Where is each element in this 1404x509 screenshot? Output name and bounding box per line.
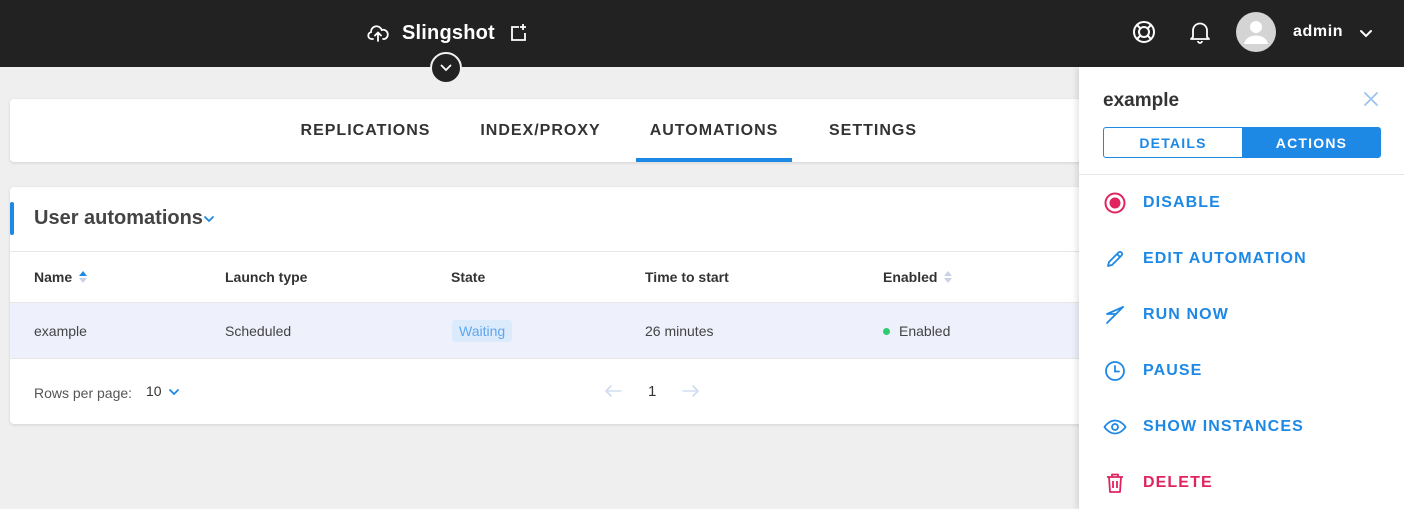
action-label: EDIT AUTOMATION	[1143, 250, 1307, 267]
card-accent-bar	[10, 202, 14, 235]
help-lifebuoy-icon[interactable]	[1131, 19, 1157, 45]
sort-ascending-icon	[79, 271, 88, 283]
brand: Slingshot	[366, 18, 529, 48]
cell-time-to-start: 26 minutes	[645, 323, 714, 339]
pencil-icon	[1103, 247, 1127, 271]
status-badge: Waiting	[452, 320, 513, 342]
tab-index-proxy[interactable]: INDEX/PROXY	[468, 99, 613, 162]
action-label: DISABLE	[1143, 194, 1221, 211]
app-name: Slingshot	[402, 21, 495, 44]
card-title[interactable]: User automations	[34, 207, 203, 230]
top-bar: Slingshot admin	[0, 0, 1404, 84]
expand-header-button[interactable]	[430, 52, 462, 84]
column-header-enabled[interactable]: Enabled	[883, 269, 953, 285]
record-icon	[1103, 191, 1127, 215]
action-label: SHOW INSTANCES	[1143, 418, 1304, 435]
arrow-right-icon[interactable]	[681, 383, 701, 399]
enabled-status-dot	[883, 328, 890, 335]
clock-icon	[1103, 359, 1127, 383]
edit-automation-button[interactable]: EDIT AUTOMATION	[1103, 247, 1307, 271]
panel-title: example	[1103, 90, 1180, 111]
action-label: DELETE	[1143, 474, 1213, 491]
user-icon	[1244, 21, 1268, 44]
divider	[1079, 174, 1404, 175]
tab-actions[interactable]: ACTIONS	[1242, 127, 1381, 158]
column-header-name[interactable]: Name	[34, 269, 88, 285]
column-header-state: State	[451, 269, 486, 285]
rows-per-page-select[interactable]: 10	[146, 383, 162, 399]
sort-icon	[944, 271, 953, 283]
cell-enabled: Enabled	[899, 323, 951, 339]
tab-replications[interactable]: REPLICATIONS	[288, 99, 443, 162]
delete-button[interactable]: DELETE	[1103, 471, 1213, 495]
eye-icon	[1103, 415, 1127, 439]
details-panel: example DETAILS ACTIONS DISABLE EDIT AUT…	[1079, 67, 1404, 509]
chevron-down-icon[interactable]	[1358, 25, 1374, 41]
run-icon	[1103, 303, 1127, 327]
column-header-launch-type: Launch type	[225, 269, 308, 285]
cloud-upload-icon	[366, 21, 390, 45]
close-icon[interactable]	[1363, 91, 1379, 107]
show-instances-button[interactable]: SHOW INSTANCES	[1103, 415, 1304, 439]
disable-button[interactable]: DISABLE	[1103, 191, 1221, 215]
action-label: RUN NOW	[1143, 306, 1229, 323]
chevron-down-icon[interactable]	[167, 385, 181, 399]
cell-name: example	[34, 323, 87, 339]
trash-icon	[1103, 471, 1127, 495]
column-header-time-to-start: Time to start	[645, 269, 729, 285]
divider	[10, 251, 1130, 252]
action-label: PAUSE	[1143, 362, 1203, 379]
open-new-window-icon[interactable]	[507, 22, 529, 44]
automations-card: User automations Name Launch type State …	[10, 187, 1130, 424]
tab-details[interactable]: DETAILS	[1103, 127, 1243, 158]
username[interactable]: admin	[1293, 23, 1343, 41]
table-row[interactable]: example Scheduled Waiting 26 minutes Ena…	[10, 302, 1130, 359]
avatar[interactable]	[1236, 12, 1276, 52]
run-now-button[interactable]: RUN NOW	[1103, 303, 1229, 327]
cell-launch-type: Scheduled	[225, 323, 292, 339]
tab-settings[interactable]: SETTINGS	[818, 99, 928, 162]
rows-per-page-label: Rows per page:	[34, 385, 133, 401]
chevron-down-icon	[440, 64, 452, 72]
pause-button[interactable]: PAUSE	[1103, 359, 1202, 383]
main-tabs: REPLICATIONS INDEX/PROXY AUTOMATIONS SET…	[10, 99, 1130, 162]
page-number: 1	[648, 383, 657, 400]
chevron-down-icon[interactable]	[202, 212, 216, 226]
tab-automations[interactable]: AUTOMATIONS	[636, 99, 792, 162]
arrow-left-icon[interactable]	[603, 383, 623, 399]
bell-icon[interactable]	[1189, 20, 1211, 44]
